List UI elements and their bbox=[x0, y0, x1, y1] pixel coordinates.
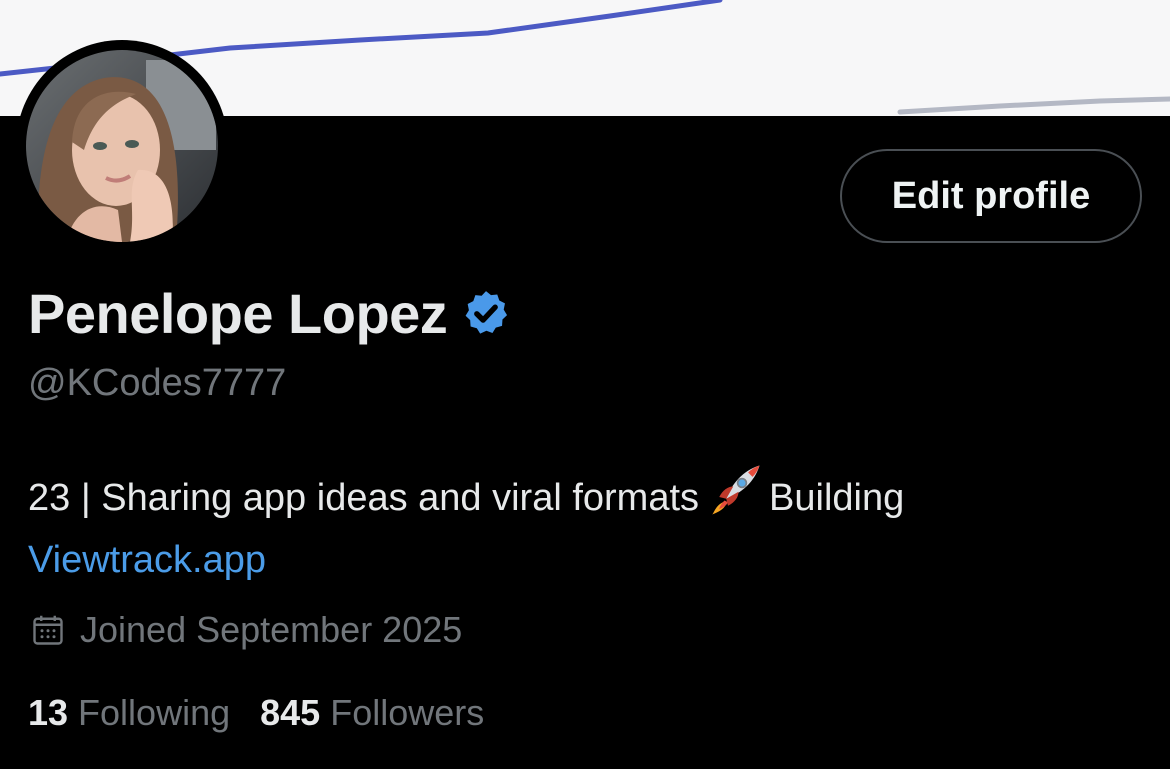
following-count: 13 bbox=[28, 692, 69, 733]
avatar-photo bbox=[26, 50, 218, 242]
user-handle: @KCodes7777 bbox=[28, 362, 287, 404]
bio-line-2: Viewtrack.app bbox=[28, 529, 1138, 591]
profile-page: Edit profile Penelope Lopez @KCodes7777 … bbox=[0, 0, 1170, 769]
edit-profile-button[interactable]: Edit profile bbox=[840, 149, 1142, 243]
edit-profile-label: Edit profile bbox=[891, 174, 1091, 217]
bio-text-after: Building bbox=[769, 477, 905, 519]
joined-text: Joined September 2025 bbox=[80, 609, 463, 650]
following-label: Following bbox=[78, 692, 231, 733]
verified-badge-icon[interactable] bbox=[461, 288, 511, 338]
bio-link[interactable]: Viewtrack.app bbox=[28, 539, 266, 581]
avatar[interactable] bbox=[16, 40, 228, 252]
following-link[interactable]: 13 Following bbox=[28, 692, 230, 734]
follow-stats: 13 Following 845 Followers bbox=[28, 692, 484, 734]
rocket-emoji-icon bbox=[712, 465, 760, 515]
bio-line-1: 23 | Sharing app ideas and viral formats… bbox=[28, 462, 1138, 529]
name-row: Penelope Lopez bbox=[28, 276, 511, 350]
calendar-icon bbox=[33, 615, 63, 645]
followers-link[interactable]: 845 Followers bbox=[260, 692, 484, 734]
followers-label: Followers bbox=[330, 692, 485, 733]
bio-text: 23 | Sharing app ideas and viral formats bbox=[28, 477, 700, 519]
followers-count: 845 bbox=[260, 692, 321, 733]
display-name: Penelope Lopez bbox=[28, 281, 448, 345]
joined-date: Joined September 2025 bbox=[30, 608, 462, 652]
profile-bio: 23 | Sharing app ideas and viral formats… bbox=[28, 462, 1138, 591]
